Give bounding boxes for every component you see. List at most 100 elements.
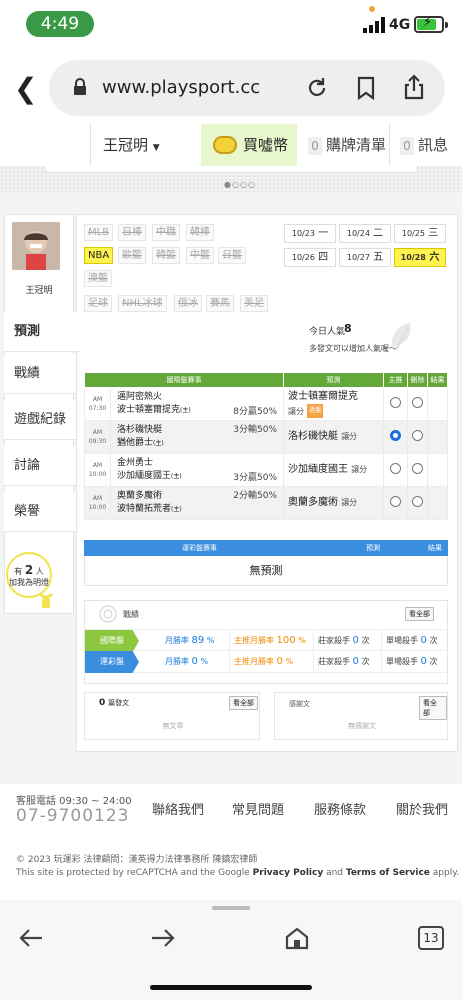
date-tab-1024[interactable]: 10/24 二 — [339, 224, 391, 243]
back-arrow-icon[interactable] — [18, 926, 44, 950]
date-tab-1023[interactable]: 10/23 一 — [284, 224, 336, 243]
avatar[interactable] — [12, 222, 60, 270]
ampm: AM — [92, 429, 103, 436]
side-nav-discussion[interactable]: 討論 — [4, 446, 76, 486]
pick-cell[interactable]: 波士頓塞爾提克 讓分 過盤 — [283, 387, 384, 421]
league-tab-khl[interactable]: 俄冰 — [174, 295, 202, 312]
pick-cell[interactable]: 奧蘭多魔術 讓分 — [283, 486, 384, 520]
main-cell — [383, 387, 408, 421]
thanks-see-all-button[interactable]: 看全部 — [419, 696, 447, 720]
league-tab-nhl[interactable]: NHL冰球 — [118, 295, 167, 312]
away-team: 邁阿密熱火 — [117, 392, 163, 402]
league-tab-cpbl[interactable]: 中職 — [152, 224, 180, 241]
posts-box: 0 篇發文 看全部 無文章 — [84, 692, 260, 740]
privacy-link[interactable]: Privacy Policy — [253, 868, 324, 878]
home-team: 波特蘭拓荒者 — [117, 504, 172, 514]
handicap: 3分輸50% — [233, 425, 277, 435]
main-pick-radio[interactable] — [390, 397, 401, 408]
delete-radio[interactable] — [412, 430, 423, 441]
footer-link-terms[interactable]: 服務條款 — [314, 799, 366, 818]
home-tag: 主 — [182, 407, 189, 414]
home-icon[interactable] — [284, 926, 310, 950]
footer-link-contact[interactable]: 聯絡我們 — [152, 799, 204, 818]
league-tab-mlb[interactable]: MLB — [84, 224, 114, 241]
date-tab-1027[interactable]: 10/27 五 — [339, 248, 391, 267]
count-unit: 次 — [361, 636, 370, 645]
tabs-button[interactable]: 13 — [418, 926, 444, 950]
time: 07:30 — [88, 405, 107, 412]
league-tab-soccer[interactable]: 足球 — [84, 295, 112, 312]
battery-icon: ⚡ — [414, 15, 444, 33]
msg-label: 訊息 — [418, 136, 449, 154]
league-tab-euro-bb[interactable]: 歐籃 — [118, 247, 146, 264]
date-weekday: 五 — [373, 252, 384, 263]
delete-cell — [407, 387, 428, 421]
date-tab-1028[interactable]: 10/28 六 — [394, 248, 446, 267]
thanks-empty: 無感謝文 — [348, 722, 376, 730]
league-tab-nbl[interactable]: 澳籃 — [84, 270, 112, 287]
thanks-box: 感謝文 看全部 無感謝文 — [274, 692, 448, 740]
league-tab-npb[interactable]: 日棒 — [118, 224, 146, 241]
user-menu[interactable]: 王冠明 ▼ — [90, 124, 200, 166]
support-phone[interactable]: 07-9700123 — [16, 806, 129, 826]
game-time: AM 09:30 — [84, 420, 111, 454]
back-chevron-icon[interactable]: ❮ — [14, 72, 37, 105]
date-tab-1026[interactable]: 10/26 四 — [284, 248, 336, 267]
record-row-intl: 國際盤 月勝率 89 % 主推月勝率 100 % 莊家殺手 0 次 單場殺手 0… — [85, 629, 447, 652]
ampm: AM — [92, 462, 103, 469]
over-badge: 過盤 — [307, 403, 324, 418]
terms-link[interactable]: Terms of Service — [346, 868, 430, 878]
popularity-hint: 多發文可以增加人氣喔～ — [309, 344, 397, 353]
date-tab-1025[interactable]: 10/25 三 — [394, 224, 446, 243]
messages-link[interactable]: 0 訊息 — [392, 124, 462, 166]
posts-see-all-button[interactable]: 看全部 — [229, 696, 258, 710]
bookmark-icon[interactable] — [356, 76, 376, 100]
popularity-value: 8 — [344, 322, 352, 335]
main-pick-radio[interactable] — [390, 430, 401, 441]
pick-cell[interactable]: 洛杉磯快艇 讓分 — [283, 420, 384, 454]
delete-radio[interactable] — [412, 397, 423, 408]
record-see-all-button[interactable]: 看全部 — [405, 607, 434, 621]
footer-link-faq[interactable]: 常見問題 — [232, 799, 284, 818]
league-tab-jbl[interactable]: 日籃 — [218, 247, 246, 264]
banker-label: 莊家殺手 — [318, 657, 350, 666]
delete-radio[interactable] — [412, 496, 423, 507]
league-tab-cba[interactable]: 中籃 — [186, 247, 214, 264]
url-text[interactable]: www.playsport.cc — [102, 77, 260, 98]
month-value: 0 — [191, 656, 198, 667]
league-tab-nba[interactable]: NBA — [84, 247, 114, 264]
league-tab-nfl[interactable]: 美足 — [240, 295, 268, 312]
side-nav-game-log[interactable]: 遊戲紀錄 — [4, 400, 76, 440]
side-nav-honor[interactable]: 榮譽 — [4, 492, 76, 532]
main-pick-radio[interactable] — [390, 496, 401, 507]
target-icon — [99, 605, 117, 623]
count-unit: 次 — [429, 636, 438, 645]
sheet-handle[interactable] — [212, 906, 250, 910]
bulb-count: 2 — [24, 563, 34, 577]
table-row: AM 10:00 奧蘭多魔術 2分輸50% 波特蘭拓荒者(主) 奧蘭多魔術 讓分 — [84, 486, 448, 520]
delete-radio[interactable] — [412, 463, 423, 474]
main-value: 100 — [276, 635, 296, 646]
footer-link-about[interactable]: 關於我們 — [396, 799, 448, 818]
pick-type: 讓分 — [341, 432, 358, 441]
buy-coin-button[interactable]: 買噓幣 — [201, 124, 297, 166]
side-nav-predict[interactable]: 預測 — [4, 312, 80, 352]
pct: % — [298, 636, 306, 645]
col-lottery-game: 運彩盤賽事 — [182, 544, 217, 552]
league-tab-horse[interactable]: 賽馬 — [206, 295, 234, 312]
record-card: 戰績 看全部 國際盤 月勝率 89 % 主推月勝率 100 % 莊家殺手 0 次… — [84, 600, 448, 684]
main-pick-radio[interactable] — [390, 463, 401, 474]
share-icon[interactable] — [402, 74, 426, 100]
single-value: 0 — [420, 656, 427, 667]
single-killer: 單場殺手 0 次 — [381, 630, 437, 652]
side-nav-record[interactable]: 戰績 — [4, 354, 76, 394]
handicap: 8分贏50% — [233, 407, 277, 417]
reload-icon[interactable] — [305, 76, 329, 100]
pick-cell[interactable]: 沙加緬度國王 讓分 — [283, 453, 384, 487]
forward-arrow-icon[interactable] — [150, 926, 176, 950]
league-tab-kbo[interactable]: 韓棒 — [186, 224, 214, 241]
league-tab-kbl[interactable]: 韓籃 — [152, 247, 180, 264]
date-num: 10/27 — [346, 253, 370, 262]
matchup: 金州勇士 沙加緬度國王(主) 3分贏50% — [110, 453, 284, 487]
cart-link[interactable]: 0 購牌清單 — [300, 124, 390, 166]
